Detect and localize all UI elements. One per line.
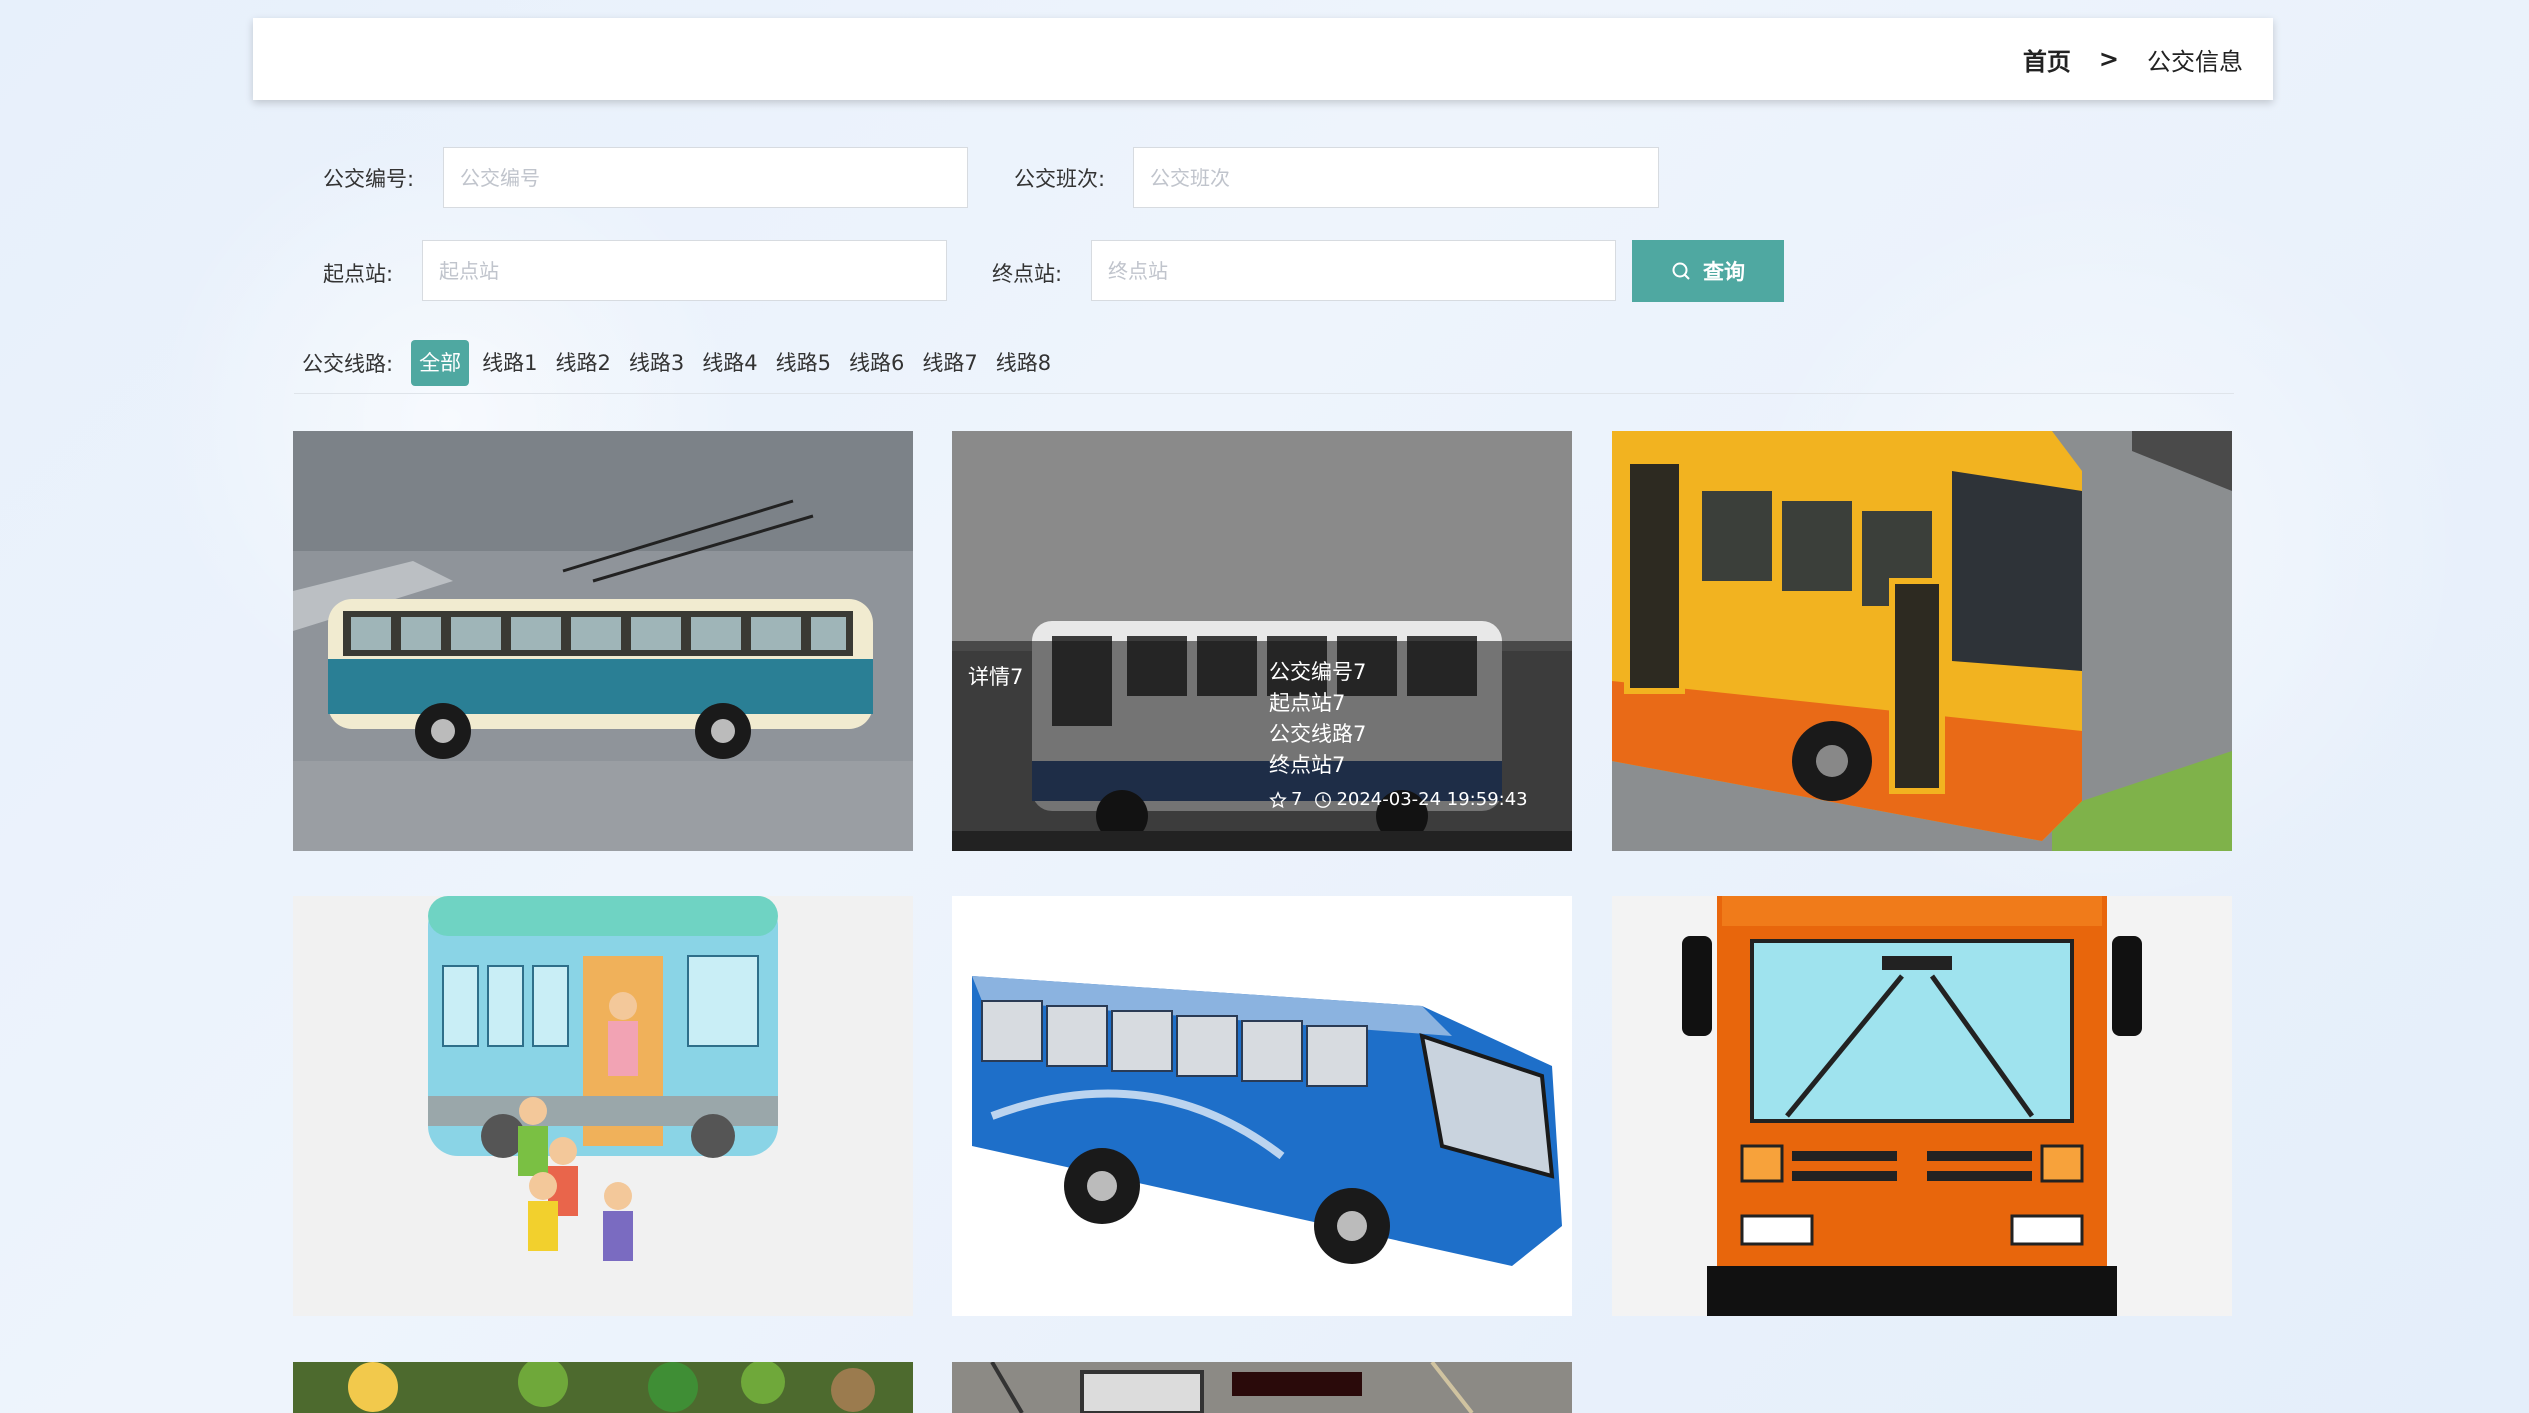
- bus-card[interactable]: 详情7 公交编号7 起点站7 公交线路7 终点站7 7 2024-03-24 1…: [952, 431, 1572, 851]
- route-tab-2[interactable]: 线路2: [550, 340, 615, 386]
- breadcrumb-home-link[interactable]: 首页: [2023, 42, 2071, 77]
- clock-icon: [1315, 791, 1332, 808]
- filter-divider: [294, 393, 2234, 394]
- blue-coach-model-image: [952, 896, 1572, 1316]
- card-detail-link[interactable]: 详情7: [968, 661, 1023, 691]
- end-station-label: 终点站:: [992, 262, 1063, 286]
- card-info-overlay: 详情7 公交编号7 起点站7 公交线路7 终点站7 7 2024-03-24 1…: [952, 641, 1572, 851]
- route-tab-6[interactable]: 线路6: [844, 340, 909, 386]
- end-station-input[interactable]: [1091, 240, 1616, 301]
- card-meta: 7 2024-03-24 19:59:43: [1269, 789, 1528, 810]
- bus-card[interactable]: [952, 1362, 1572, 1413]
- card-favorites: 7: [1269, 789, 1302, 810]
- start-station-input[interactable]: [422, 240, 947, 301]
- bus-card[interactable]: [293, 896, 913, 1316]
- card-route: 公交线路7: [1269, 722, 1367, 746]
- start-station-label: 起点站:: [323, 262, 394, 286]
- search-button-label: 查询: [1703, 261, 1745, 284]
- route-filter-bar: 公交线路: 全部 线路1 线路2 线路3 线路4 线路5 线路6 线路7 线路8: [302, 340, 1064, 386]
- bus-trip-input[interactable]: [1133, 147, 1659, 208]
- route-tab-all[interactable]: 全部: [411, 340, 470, 386]
- card-start-station: 起点站7: [1269, 691, 1346, 715]
- breadcrumb-current: 公交信息: [2147, 47, 2243, 76]
- bus-number-label: 公交编号:: [323, 167, 415, 191]
- card-bus-number: 公交编号7: [1269, 660, 1367, 684]
- route-tab-1[interactable]: 线路1: [477, 340, 542, 386]
- trolleybus-model-image: [293, 431, 913, 851]
- breadcrumb: 首页 > 公交信息: [2023, 18, 2243, 100]
- bus-card[interactable]: [1612, 431, 2232, 851]
- bus-photo-partial-image: [293, 1362, 913, 1413]
- yellow-city-bus-image: [1612, 431, 2232, 851]
- bus-card[interactable]: [293, 1362, 913, 1413]
- bus-trip-label: 公交班次:: [1014, 167, 1106, 191]
- card-end-station: 终点站7: [1269, 753, 1346, 777]
- cartoon-bus-children-image: [293, 896, 913, 1316]
- orange-bus-front-image: [1612, 896, 2232, 1316]
- bus-card[interactable]: [952, 896, 1572, 1316]
- search-button[interactable]: 查询: [1632, 240, 1784, 302]
- top-header-bar: 首页 > 公交信息: [253, 18, 2273, 100]
- route-tab-4[interactable]: 线路4: [697, 340, 762, 386]
- card-timestamp: 2024-03-24 19:59:43: [1336, 789, 1528, 810]
- route-tab-7[interactable]: 线路7: [917, 340, 982, 386]
- bus-card[interactable]: [293, 431, 913, 851]
- route-tab-8[interactable]: 线路8: [991, 340, 1056, 386]
- card-time: 2024-03-24 19:59:43: [1314, 789, 1528, 810]
- star-icon: [1269, 790, 1287, 808]
- card-info-text: 公交编号7 起点站7 公交线路7 终点站7: [1269, 657, 1366, 781]
- breadcrumb-separator: >: [2098, 45, 2119, 73]
- route-tab-5[interactable]: 线路5: [771, 340, 836, 386]
- card-favorites-count: 7: [1291, 789, 1303, 810]
- bus-card[interactable]: [1612, 896, 2232, 1316]
- route-tab-3[interactable]: 线路3: [624, 340, 689, 386]
- route-filter-label: 公交线路:: [302, 352, 394, 376]
- bus-interior-partial-image: [952, 1362, 1572, 1413]
- bus-number-input[interactable]: [443, 147, 968, 208]
- search-icon: [1672, 262, 1690, 280]
